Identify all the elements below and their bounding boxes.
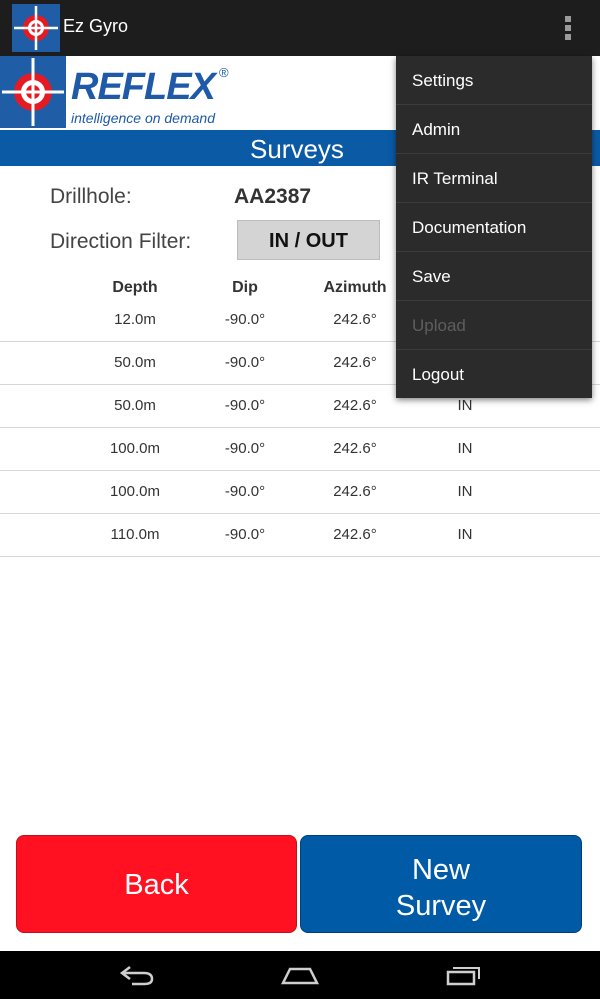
drillhole-value: AA2387: [234, 185, 312, 208]
logo-wordmark: REFLEX: [71, 66, 216, 108]
page-title: Surveys: [250, 134, 344, 164]
menu-item-logout[interactable]: Logout: [396, 350, 592, 399]
system-navigation-bar: [0, 951, 600, 999]
cell-depth: 110.0m: [110, 526, 160, 543]
table-row[interactable]: 100.0m -90.0° 242.6° IN: [0, 428, 600, 471]
menu-item-settings[interactable]: Settings: [396, 56, 592, 105]
cell-depth: 50.0m: [114, 397, 156, 414]
recents-icon[interactable]: [444, 963, 484, 992]
column-header-depth: Depth: [112, 279, 158, 296]
overflow-menu: Settings Admin IR Terminal Documentation…: [396, 56, 592, 398]
cell-direction: IN: [457, 483, 473, 500]
cell-dip: -90.0°: [224, 526, 266, 543]
column-header-azimuth: Azimuth: [323, 279, 387, 296]
cell-azimuth: 242.6°: [333, 483, 377, 500]
cell-dip: -90.0°: [224, 440, 266, 457]
new-survey-button[interactable]: New Survey: [300, 835, 582, 933]
cell-direction: IN: [457, 397, 473, 414]
cell-depth: 100.0m: [109, 440, 161, 457]
crosshair-target-icon[interactable]: [12, 4, 60, 52]
cell-dip: -90.0°: [224, 354, 266, 371]
cell-dip: -90.0°: [224, 397, 266, 414]
cell-azimuth: 242.6°: [333, 440, 377, 457]
cell-direction: IN: [457, 526, 473, 543]
app-title: Ez Gyro: [63, 16, 129, 36]
cell-dip: -90.0°: [224, 483, 266, 500]
table-row[interactable]: 100.0m -90.0° 242.6° IN: [0, 471, 600, 514]
cell-azimuth: 242.6°: [333, 354, 377, 371]
cell-depth: 50.0m: [114, 354, 156, 371]
menu-item-documentation[interactable]: Documentation: [396, 203, 592, 252]
cell-dip: -90.0°: [224, 311, 266, 328]
menu-item-ir-terminal[interactable]: IR Terminal: [396, 154, 592, 203]
menu-item-save[interactable]: Save: [396, 252, 592, 301]
direction-filter-button[interactable]: IN / OUT: [237, 220, 380, 260]
reflex-logo-icon: [0, 56, 66, 128]
menu-item-upload: Upload: [396, 301, 592, 350]
drillhole-label: Drillhole:: [50, 185, 132, 208]
menu-item-admin[interactable]: Admin: [396, 105, 592, 154]
cell-azimuth: 242.6°: [333, 526, 377, 543]
direction-filter-label: Direction Filter:: [50, 230, 192, 253]
home-icon[interactable]: [280, 963, 320, 992]
cell-depth: 12.0m: [114, 311, 156, 328]
logo-tagline: intelligence on demand: [71, 110, 215, 126]
new-survey-label-line2: Survey: [395, 890, 487, 922]
cell-direction: IN: [457, 440, 473, 457]
action-bar: Ez Gyro: [0, 0, 600, 56]
overflow-menu-icon[interactable]: [560, 14, 576, 42]
table-row[interactable]: 110.0m -90.0° 242.6° IN: [0, 514, 600, 557]
new-survey-label-line1: New: [411, 854, 470, 886]
back-button[interactable]: Back: [16, 835, 297, 933]
cell-azimuth: 242.6°: [333, 311, 377, 328]
column-header-dip: Dip: [232, 279, 258, 296]
logo-registered-mark: ®: [219, 65, 229, 80]
cell-azimuth: 242.6°: [333, 397, 377, 414]
back-icon[interactable]: [118, 963, 158, 992]
cell-depth: 100.0m: [109, 483, 161, 500]
